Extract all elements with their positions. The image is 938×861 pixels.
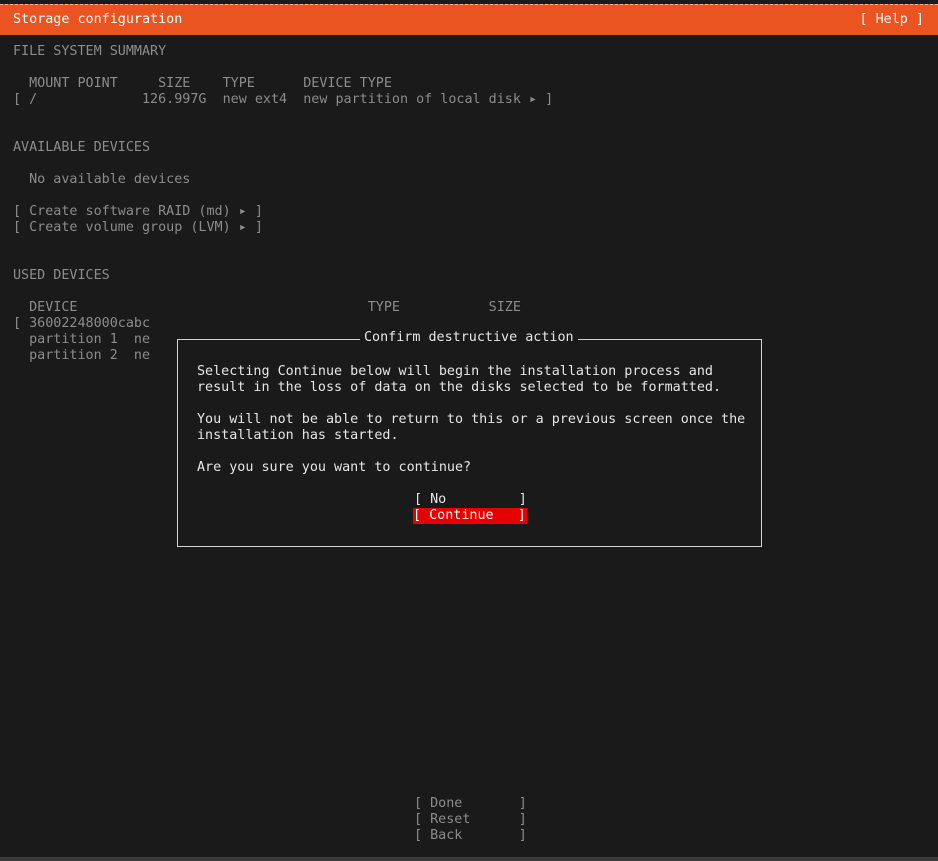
dialog-text-line: installation has started.	[197, 428, 399, 443]
dialog-text-line: You will not be able to return to this o…	[197, 412, 746, 427]
no-available-devices-text: No available devices	[13, 172, 191, 187]
create-lvm-button[interactable]: [ Create volume group (LVM) ▸ ]	[13, 220, 263, 236]
help-button[interactable]: [ Help ]	[860, 12, 925, 28]
fs-summary-columns: MOUNT POINT SIZE TYPE DEVICE TYPE	[13, 76, 392, 91]
used-devices-heading: USED DEVICES	[13, 268, 110, 283]
dialog-text-line: Selecting Continue below will begin the …	[197, 364, 713, 379]
dialog-question: Are you sure you want to continue?	[197, 460, 472, 475]
reset-button[interactable]: [ Reset ]	[414, 812, 527, 828]
used-partition-row: partition 2 ne	[13, 348, 151, 363]
done-button[interactable]: [ Done ]	[414, 796, 527, 812]
dialog-title: Confirm destructive action	[360, 330, 578, 346]
continue-button[interactable]: [ Continue ]	[413, 508, 527, 524]
used-partition-row: partition 1 ne	[13, 332, 151, 347]
fs-summary-heading: FILE SYSTEM SUMMARY	[13, 44, 167, 59]
available-devices-heading: AVAILABLE DEVICES	[13, 140, 151, 155]
create-raid-button[interactable]: [ Create software RAID (md) ▸ ]	[13, 204, 263, 220]
bottom-border	[0, 857, 938, 861]
confirm-dialog: Confirm destructive action Selecting Con…	[177, 330, 762, 547]
fs-summary-row[interactable]: [ / 126.997G new ext4 new partition of l…	[13, 92, 553, 108]
page-title: Storage configuration	[13, 12, 183, 27]
used-device-row[interactable]: [ 36002248000cabc	[13, 316, 150, 332]
no-button[interactable]: [ No ]	[414, 492, 527, 508]
dialog-text-line: result in the loss of data on the disks …	[197, 380, 722, 395]
back-button[interactable]: [ Back ]	[414, 828, 527, 844]
header-bar: Storage configuration [ Help ]	[0, 4, 938, 35]
used-devices-columns: DEVICE TYPE SIZE	[13, 300, 521, 315]
